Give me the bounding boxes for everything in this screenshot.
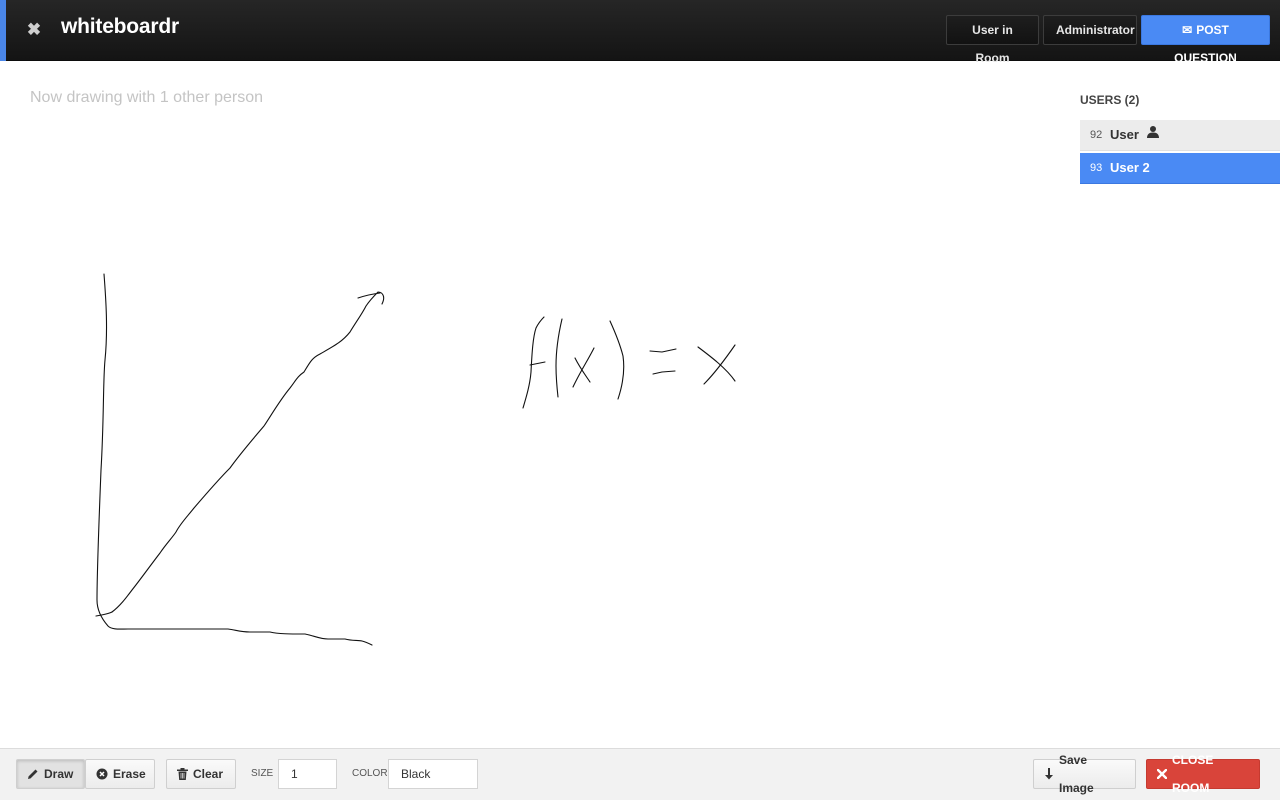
user-id: 92 [1090, 129, 1103, 141]
user-name: User [1110, 127, 1139, 142]
canvas-strokes [95, 273, 736, 646]
user-name: User 2 [1110, 160, 1150, 175]
erase-label: Erase [113, 767, 146, 781]
person-icon [1146, 125, 1160, 139]
download-icon [1044, 768, 1054, 780]
close-room-label: CLOSE ROOM [1172, 753, 1214, 795]
close-room-button[interactable]: CLOSE ROOM [1146, 753, 1260, 795]
trash-icon [177, 768, 188, 780]
color-label: COLOR [352, 768, 388, 779]
clear-button[interactable]: Clear [166, 759, 236, 789]
app-title: whiteboardr [61, 15, 179, 38]
clear-label: Clear [193, 767, 224, 781]
drawing-status: Now drawing with 1 other person [30, 89, 264, 106]
save-image-button[interactable]: Save Image [1033, 753, 1136, 795]
save-image-label: Save Image [1059, 753, 1094, 795]
user-in-room-button[interactable]: User in Room [946, 15, 1039, 65]
color-select[interactable]: Black [388, 759, 478, 789]
envelope-icon: ✉ [1182, 23, 1193, 37]
draw-button[interactable]: Draw [16, 759, 85, 789]
x-icon [1157, 769, 1167, 779]
size-label: SIZE [251, 768, 274, 779]
erase-button[interactable]: Erase [85, 759, 155, 789]
administrator-button[interactable]: Administrator [1043, 15, 1137, 45]
header-accent-bar [0, 0, 6, 61]
close-icon[interactable]: ✖ [26, 20, 42, 40]
user-list-item[interactable]: 92 User [1080, 120, 1280, 151]
user-id: 93 [1090, 162, 1103, 174]
size-input[interactable]: 1 [278, 759, 337, 789]
draw-label: Draw [44, 767, 74, 781]
drawing-canvas[interactable] [0, 110, 1060, 746]
user-list-item-active[interactable]: 93 User 2 [1080, 153, 1280, 184]
erase-icon [96, 768, 108, 780]
users-heading: USERS (2) [1080, 93, 1140, 107]
post-question-button[interactable]: ✉ POST QUESTION [1141, 15, 1270, 65]
pencil-icon [27, 768, 39, 780]
app-header: ✖ whiteboardr User in Room Administrator… [0, 0, 1280, 65]
